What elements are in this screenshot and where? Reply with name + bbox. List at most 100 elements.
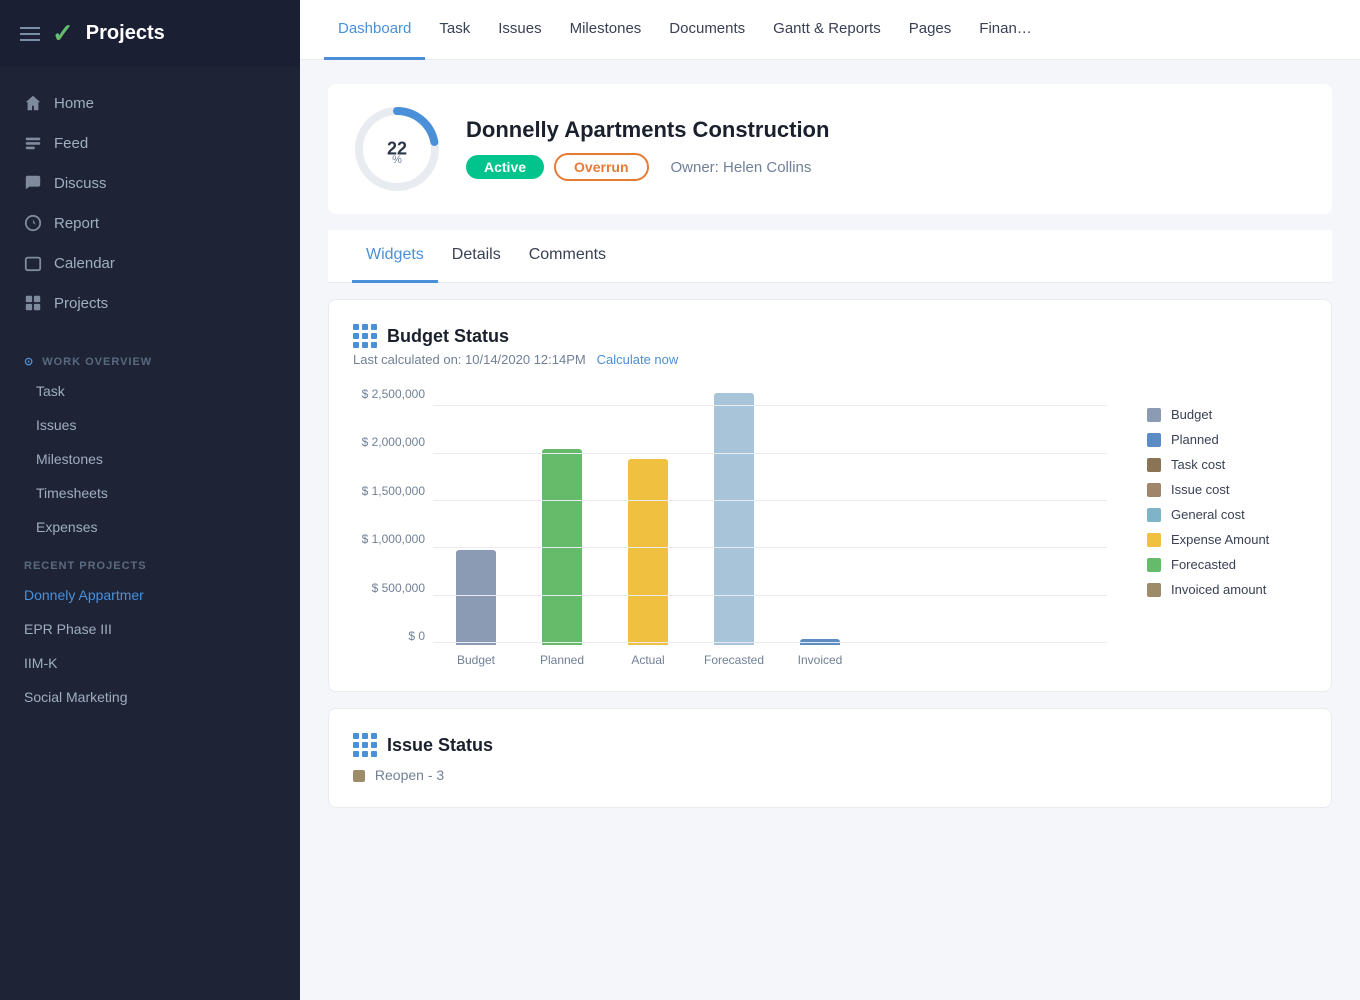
sidebar-item-home[interactable]: Home — [0, 83, 300, 123]
tab-task[interactable]: Task — [425, 0, 484, 60]
chart-container: $ 0 $ 500,000 $ 1,000,000 $ 1,500,000 $ … — [353, 387, 1307, 667]
bar-planned — [542, 449, 582, 645]
tab-documents[interactable]: Documents — [655, 0, 759, 60]
x-label-budget: Budget — [457, 653, 495, 667]
bar-actual — [628, 459, 668, 645]
bar-wrap-planned — [542, 389, 582, 645]
legend-color-expense — [1147, 533, 1161, 547]
legend-color-budget — [1147, 408, 1161, 422]
work-overview-icon: ⊙ — [24, 355, 34, 368]
sidebar-item-discuss[interactable]: Discuss — [0, 163, 300, 203]
hamburger-icon[interactable] — [20, 27, 40, 41]
bar-group-budget: Budget — [441, 389, 511, 667]
sub-tab-details[interactable]: Details — [438, 230, 515, 283]
bar-group-forecasted: Forecasted — [699, 389, 769, 667]
x-label-invoiced: Invoiced — [798, 653, 843, 667]
legend-invoiced-amount: Invoiced amount — [1147, 582, 1307, 597]
legend-general-cost: General cost — [1147, 507, 1307, 522]
recent-project-iimk[interactable]: IIM-K — [0, 646, 300, 680]
y-label-2500k: $ 2,500,000 — [353, 387, 425, 401]
y-label-1m: $ 1,000,000 — [353, 532, 425, 546]
bar-wrap-actual — [628, 389, 668, 645]
sidebar-header: ✓ Projects — [0, 0, 300, 67]
tab-dashboard[interactable]: Dashboard — [324, 0, 425, 60]
legend-color-issue-cost — [1147, 483, 1161, 497]
y-label-0: $ 0 — [353, 629, 425, 643]
legend-color-general-cost — [1147, 508, 1161, 522]
app-title: Projects — [86, 22, 165, 45]
chart-inner: $ 0 $ 500,000 $ 1,000,000 $ 1,500,000 $ … — [353, 387, 1107, 667]
tab-finan[interactable]: Finan… — [965, 0, 1046, 60]
reopen-text: Reopen - 3 — [353, 767, 1307, 783]
tab-gantt[interactable]: Gantt & Reports — [759, 0, 895, 60]
budget-card-header: Budget Status — [353, 324, 1307, 348]
legend-issue-cost: Issue cost — [1147, 482, 1307, 497]
chart-legend: Budget Planned Task cost Issue cost — [1147, 387, 1307, 597]
sidebar-item-timesheets[interactable]: Timesheets — [0, 476, 300, 510]
issue-card-title: Issue Status — [387, 735, 493, 756]
issue-status-card: Issue Status Reopen - 3 — [328, 708, 1332, 808]
sidebar-item-task[interactable]: Task — [0, 374, 300, 408]
status-badge-active: Active — [466, 155, 544, 179]
x-label-forecasted: Forecasted — [704, 653, 764, 667]
recent-project-social[interactable]: Social Marketing — [0, 680, 300, 714]
legend-color-forecasted — [1147, 558, 1161, 572]
tab-milestones[interactable]: Milestones — [556, 0, 656, 60]
bar-budget — [456, 550, 496, 645]
legend-color-planned — [1147, 433, 1161, 447]
progress-circle: 22 % — [352, 104, 442, 194]
recent-project-donnely[interactable]: Donnely Appartmer — [0, 578, 300, 612]
budget-grid-icon — [353, 324, 377, 348]
bar-group-planned: Planned — [527, 389, 597, 667]
y-label-1500k: $ 1,500,000 — [353, 484, 425, 498]
recent-projects-section: RECENT PROJECTS — [0, 544, 300, 578]
project-name: Donnelly Apartments Construction — [466, 117, 1308, 143]
sidebar-item-milestones[interactable]: Milestones — [0, 442, 300, 476]
sidebar-item-expenses[interactable]: Expenses — [0, 510, 300, 544]
logo-icon: ✓ — [52, 18, 74, 49]
bar-wrap-forecasted — [714, 389, 754, 645]
issue-grid-icon — [353, 733, 377, 757]
legend-task-cost: Task cost — [1147, 457, 1307, 472]
bar-wrap-invoiced — [800, 389, 840, 645]
x-label-actual: Actual — [631, 653, 664, 667]
sidebar-item-issues[interactable]: Issues — [0, 408, 300, 442]
calculate-now-link[interactable]: Calculate now — [597, 352, 679, 367]
reopen-color-swatch — [353, 770, 365, 782]
legend-planned: Planned — [1147, 432, 1307, 447]
project-info: Donnelly Apartments Construction Active … — [466, 117, 1308, 181]
top-navigation: Dashboard Task Issues Milestones Documen… — [300, 0, 1360, 60]
tab-issues[interactable]: Issues — [484, 0, 555, 60]
bar-invoiced — [800, 639, 840, 645]
legend-budget: Budget — [1147, 407, 1307, 422]
legend-expense-amount: Expense Amount — [1147, 532, 1307, 547]
y-label-500k: $ 500,000 — [353, 581, 425, 595]
bar-forecasted — [714, 393, 754, 645]
sidebar-item-projects[interactable]: Projects — [0, 283, 300, 323]
sub-tabs: Widgets Details Comments — [328, 230, 1332, 283]
y-label-2m: $ 2,000,000 — [353, 435, 425, 449]
tab-pages[interactable]: Pages — [895, 0, 966, 60]
page-content: 22 % Donnelly Apartments Construction Ac… — [300, 60, 1360, 1000]
owner-text: Owner: Helen Collins — [671, 159, 812, 176]
legend-color-task-cost — [1147, 458, 1161, 472]
bar-group-invoiced: Invoiced — [785, 389, 855, 667]
budget-status-card: Budget Status Last calculated on: 10/14/… — [328, 299, 1332, 692]
bar-wrap-budget — [456, 389, 496, 645]
sidebar-item-feed[interactable]: Feed — [0, 123, 300, 163]
work-overview-section: ⊙ WORK OVERVIEW — [0, 339, 300, 374]
sidebar-item-calendar[interactable]: Calendar — [0, 243, 300, 283]
sidebar: ✓ Projects Home Feed Discuss Report Cale… — [0, 0, 300, 1000]
x-label-planned: Planned — [540, 653, 584, 667]
legend-forecasted: Forecasted — [1147, 557, 1307, 572]
budget-card-subtitle: Last calculated on: 10/14/2020 12:14PM C… — [353, 352, 1307, 367]
sub-tab-comments[interactable]: Comments — [515, 230, 620, 283]
recent-project-epr[interactable]: EPR Phase III — [0, 612, 300, 646]
project-header: 22 % Donnelly Apartments Construction Ac… — [328, 84, 1332, 214]
sub-tab-widgets[interactable]: Widgets — [352, 230, 438, 283]
sidebar-item-report[interactable]: Report — [0, 203, 300, 243]
sidebar-nav: Home Feed Discuss Report Calendar Projec… — [0, 67, 300, 339]
status-badge-overrun: Overrun — [554, 153, 648, 181]
issue-card-header: Issue Status — [353, 733, 1307, 757]
project-badges: Active Overrun Owner: Helen Collins — [466, 153, 1308, 181]
